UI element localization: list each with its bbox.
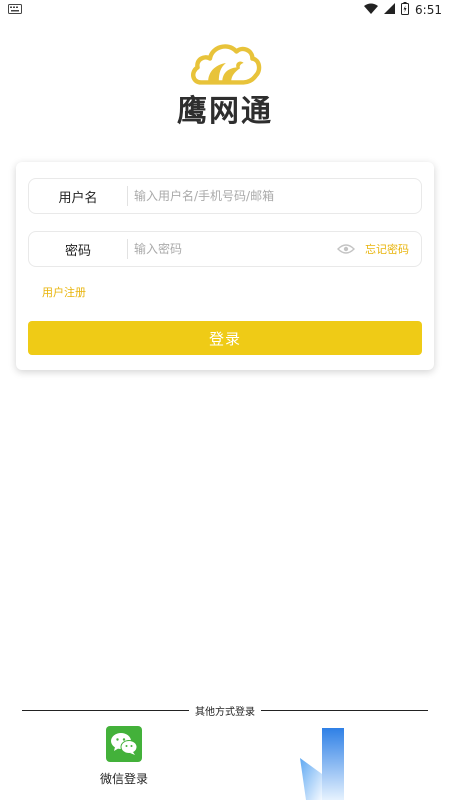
app-logo: 鹰网通 — [0, 40, 450, 130]
wechat-icon[interactable] — [106, 726, 142, 762]
wifi-icon — [364, 3, 379, 17]
password-input[interactable] — [128, 242, 337, 256]
divider-line — [22, 709, 189, 711]
other-login-title: 其他方式登录 — [195, 706, 255, 718]
wechat-login-label: 微信登录 — [99, 772, 148, 786]
password-label: 密码 — [64, 243, 91, 259]
status-bar: 6:51 — [0, 0, 450, 20]
other-login-divider: 其他方式登录 — [22, 703, 428, 718]
signal-icon — [384, 3, 396, 17]
status-time: 6:51 — [415, 3, 442, 17]
eye-icon[interactable] — [337, 243, 355, 255]
keyboard-icon — [8, 3, 22, 17]
status-indicators: 6:51 — [364, 2, 442, 18]
forgot-password-link[interactable]: 忘记密码 — [365, 241, 409, 257]
login-card: 用户名 密码 忘记密码 用户注册 登录 — [16, 162, 434, 370]
login-button[interactable]: 登录 — [28, 321, 422, 355]
blue-logo-partial[interactable] — [300, 728, 348, 800]
logo-text: 鹰网通 — [177, 94, 273, 129]
register-link[interactable]: 用户注册 — [42, 284, 86, 300]
username-label: 用户名 — [58, 190, 98, 206]
cloud-eagle-logo — [191, 44, 262, 85]
battery-icon — [401, 2, 410, 18]
password-row: 密码 忘记密码 — [28, 231, 422, 267]
wechat-login-button[interactable]: 微信登录 — [96, 726, 152, 787]
username-input[interactable] — [128, 189, 421, 203]
username-row: 用户名 — [28, 178, 422, 214]
divider-line — [261, 709, 428, 711]
